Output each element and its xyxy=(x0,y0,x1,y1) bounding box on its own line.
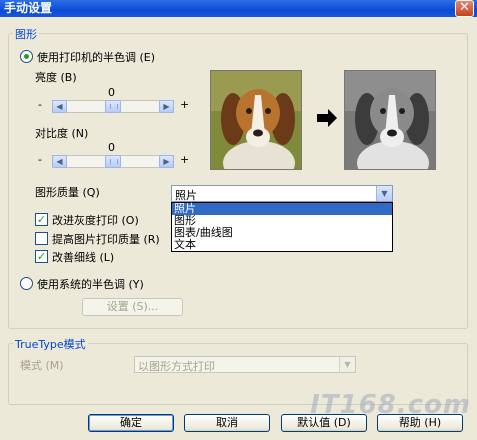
scroll-left-icon[interactable]: ◀ xyxy=(52,155,67,168)
halftone-settings-button[interactable]: 设置 (S)... xyxy=(82,298,183,316)
grayscale-preview-image xyxy=(344,70,436,185)
improve-thin-lines-label: 改善细线 (L) xyxy=(52,251,115,264)
quality-selected-value: 照片 xyxy=(175,189,197,202)
brightness-thumb[interactable] xyxy=(105,100,121,113)
quality-select[interactable]: 照片 ▼ xyxy=(171,185,393,202)
quality-option[interactable]: 图表/曲线图 xyxy=(172,227,392,239)
close-icon[interactable]: ✕ xyxy=(455,0,474,17)
quality-label: 图形质量 (Q) xyxy=(35,186,100,199)
improve-grayscale-checkbox[interactable]: ✓ xyxy=(35,213,48,226)
help-button[interactable]: 帮助 (H) xyxy=(377,414,463,432)
contrast-label: 对比度 (N) xyxy=(35,127,89,140)
right-arrow-icon xyxy=(316,108,338,128)
brightness-label: 亮度 (B) xyxy=(35,71,77,84)
brightness-slider[interactable]: ◀ ▶ xyxy=(52,100,174,113)
contrast-slider[interactable]: ◀ ▶ xyxy=(52,155,174,168)
improve-image-quality-label: 提高图片打印质量 (R) xyxy=(52,233,160,246)
chevron-down-icon[interactable]: ▼ xyxy=(376,186,392,201)
improve-image-quality-checkbox[interactable] xyxy=(35,232,48,245)
color-preview-image xyxy=(210,70,302,185)
graphics-group-label: 图形 xyxy=(13,26,39,42)
brightness-minus: - xyxy=(38,98,42,111)
improve-grayscale-label: 改进灰度打印 (O) xyxy=(52,214,139,227)
default-button[interactable]: 默认值 (D) xyxy=(281,414,367,432)
use-printer-halftone-label: 使用打印机的半色调 (E) xyxy=(37,51,156,64)
ok-button[interactable]: 确定 xyxy=(88,414,174,432)
scroll-left-icon[interactable]: ◀ xyxy=(52,100,67,113)
window-title: 手动设置 xyxy=(4,1,53,15)
title-bar: 手动设置 ✕ xyxy=(0,0,477,17)
use-printer-halftone-radio[interactable] xyxy=(20,50,33,63)
contrast-value: 0 xyxy=(108,141,115,154)
truetype-mode-label: 模式 (M) xyxy=(20,359,64,372)
scroll-right-icon[interactable]: ▶ xyxy=(159,155,174,168)
use-system-halftone-radio[interactable] xyxy=(20,277,33,290)
cancel-button[interactable]: 取消 xyxy=(184,414,270,432)
chevron-down-icon[interactable]: ▼ xyxy=(339,357,355,372)
contrast-thumb[interactable] xyxy=(105,155,121,168)
truetype-mode-value: 以图形方式打印 xyxy=(138,360,215,373)
improve-thin-lines-checkbox[interactable]: ✓ xyxy=(35,250,48,263)
contrast-minus: - xyxy=(38,153,42,166)
brightness-plus: + xyxy=(180,98,190,111)
truetype-group-label: TrueType模式 xyxy=(13,336,88,352)
scroll-right-icon[interactable]: ▶ xyxy=(159,100,174,113)
brightness-value: 0 xyxy=(108,86,115,99)
quality-dropdown-list[interactable]: 照片 图形 图表/曲线图 文本 xyxy=(171,202,393,252)
contrast-plus: + xyxy=(180,153,190,166)
quality-option[interactable]: 文本 xyxy=(172,239,392,251)
truetype-mode-select[interactable]: 以图形方式打印 ▼ xyxy=(134,356,356,373)
quality-option[interactable]: 照片 xyxy=(172,203,392,215)
use-system-halftone-label: 使用系统的半色调 (Y) xyxy=(37,278,144,291)
